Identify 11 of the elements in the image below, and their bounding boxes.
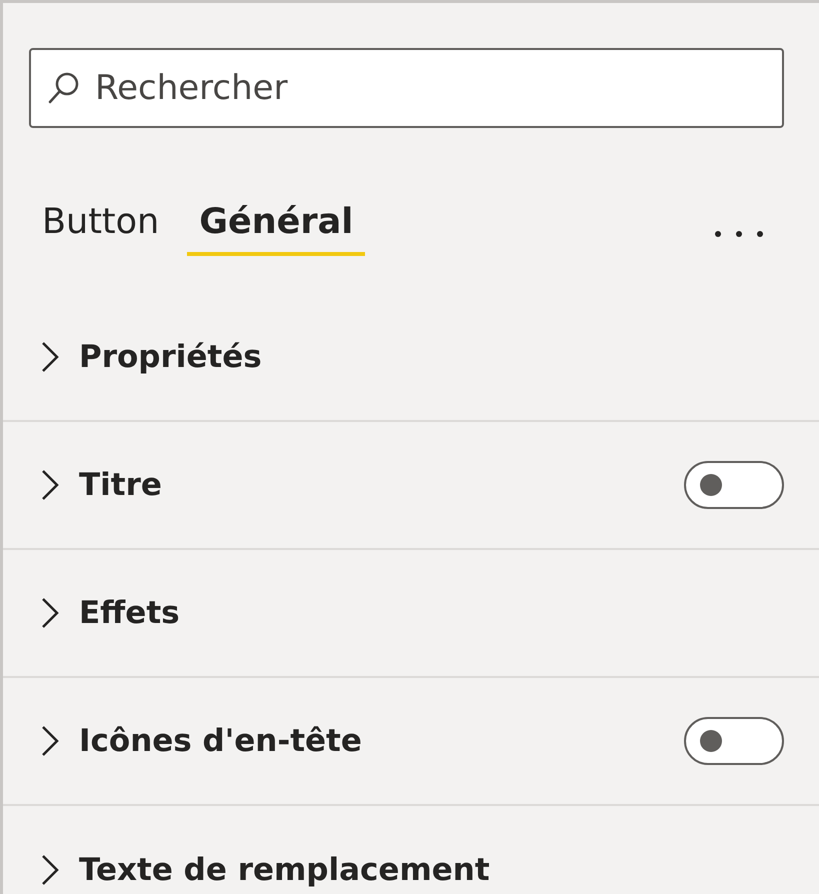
section-header[interactable]: Propriétés — [37, 339, 262, 375]
section-header[interactable]: Effets — [37, 595, 180, 631]
toggle-switch[interactable] — [684, 461, 784, 509]
toggle-switch[interactable] — [684, 717, 784, 765]
more-icon[interactable] — [714, 230, 764, 238]
section-header[interactable]: Icônes d'en-tête — [37, 723, 362, 759]
tab[interactable]: Général — [187, 202, 366, 256]
section-header[interactable]: Texte de remplacement — [37, 852, 490, 888]
search-field[interactable]: Rechercher — [29, 48, 784, 128]
tab[interactable]: Button — [30, 202, 172, 256]
section-header[interactable]: Titre — [37, 467, 162, 503]
